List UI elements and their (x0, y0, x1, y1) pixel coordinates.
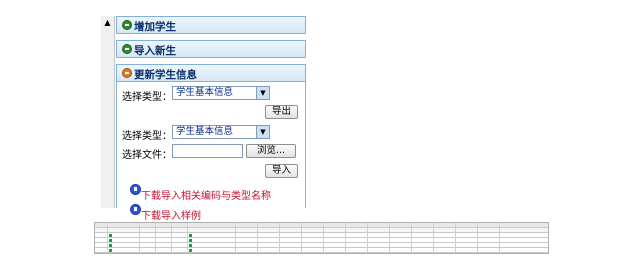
sheet-data-row (95, 248, 548, 253)
file-path-input[interactable] (172, 144, 243, 158)
vertical-scrollbar[interactable]: ▲ (101, 16, 115, 208)
sheet-col-line (367, 223, 368, 253)
import-type-value: 学生基本信息 (176, 126, 234, 137)
sheet-col-line (499, 223, 500, 253)
download-icon (130, 204, 141, 215)
chevron-down-icon: ▼ (256, 87, 269, 99)
download-icon (130, 184, 141, 195)
import-button[interactable]: 导入 (265, 164, 298, 178)
sheet-col-line (235, 223, 236, 253)
sample-spreadsheet-image (94, 222, 549, 254)
sheet-col-line (257, 223, 258, 253)
cell-marker (189, 239, 192, 242)
sheet-col-line (187, 223, 188, 253)
scroll-up-arrow-icon[interactable]: ▲ (101, 16, 114, 29)
section-header-add-student[interactable]: 增加学生 (116, 16, 306, 34)
sheet-col-line (139, 223, 140, 253)
section-header-update-info[interactable]: 更新学生信息 (116, 64, 306, 82)
sheet-col-line (279, 223, 280, 253)
sheet-col-line (345, 223, 346, 253)
cell-marker (109, 234, 112, 237)
sheet-col-line (107, 223, 108, 253)
download-sample-link[interactable]: 下载导入样例 (141, 207, 201, 222)
export-type-value: 学生基本信息 (176, 87, 234, 98)
sheet-col-line (389, 223, 390, 253)
expand-circle-icon (122, 44, 132, 54)
import-type-select[interactable]: 学生基本信息 ▼ (172, 125, 270, 139)
sheet-col-line (477, 223, 478, 253)
cell-marker (109, 249, 112, 252)
cell-marker (109, 244, 112, 247)
expand-circle-icon (122, 20, 132, 30)
import-type-label: 选择类型： (122, 131, 172, 142)
section-title-update-info: 更新学生信息 (134, 69, 197, 81)
section-title-add-student: 增加学生 (134, 21, 176, 33)
collapse-circle-icon (122, 68, 132, 78)
section-title-import-new: 导入新生 (134, 45, 176, 57)
export-type-select[interactable]: 学生基本信息 ▼ (172, 86, 270, 100)
chevron-down-icon: ▼ (256, 126, 269, 138)
export-type-label: 选择类型： (122, 92, 172, 103)
cell-marker (189, 244, 192, 247)
sheet-col-line (301, 223, 302, 253)
cell-marker (109, 239, 112, 242)
export-button[interactable]: 导出 (265, 105, 298, 119)
sheet-col-line (455, 223, 456, 253)
file-label: 选择文件： (122, 150, 172, 161)
sheet-col-line (155, 223, 156, 253)
sheet-col-line (323, 223, 324, 253)
download-codes-link[interactable]: 下载导入相关编码与类型名称 (141, 187, 271, 202)
cell-marker (189, 234, 192, 237)
sheet-col-line (411, 223, 412, 253)
section-header-import-new[interactable]: 导入新生 (116, 40, 306, 58)
browse-button[interactable]: 浏览... (246, 144, 296, 158)
cell-marker (189, 249, 192, 252)
sheet-col-line (171, 223, 172, 253)
sheet-col-line (433, 223, 434, 253)
